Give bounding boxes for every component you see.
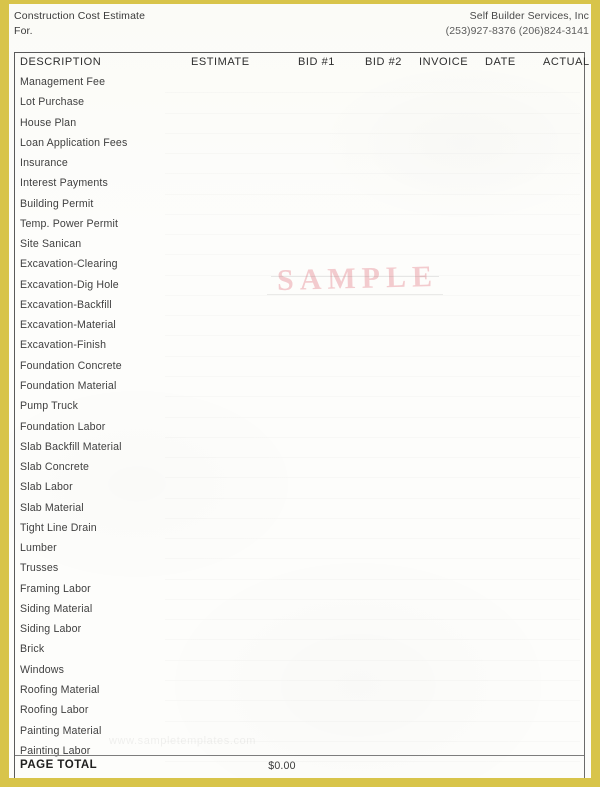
line-item-description: Foundation Concrete [20, 359, 122, 372]
line-item-description: Management Fee [20, 76, 106, 88]
table-body: Management Fee Lot Purchase House Plan Loan… [15, 73, 584, 762]
table-row[interactable]: Siding Material [15, 600, 584, 620]
line-item-description: Building Permit [20, 197, 94, 210]
line-item-description: Painting Material [20, 724, 102, 737]
line-item-description: Insurance [20, 157, 68, 170]
line-item-description: Framing Labor [20, 582, 91, 595]
table-row[interactable]: Excavation-Finish [15, 336, 584, 356]
table-row[interactable]: Siding Labor [15, 620, 584, 640]
table-row[interactable]: Management Fee [15, 73, 584, 93]
table-row[interactable]: Trusses [15, 559, 584, 579]
line-item-description: Loan Application Fees [20, 136, 128, 149]
line-item-description: Lumber [20, 542, 57, 555]
table-row[interactable]: Building Permit [15, 195, 584, 215]
company-info-block: Self Builder Services, Inc (253)927-8376… [446, 9, 589, 38]
column-header-invoice: INVOICE [419, 56, 469, 68]
table-row[interactable]: Roofing Labor [15, 701, 584, 721]
line-item-description: Excavation-Clearing [20, 258, 118, 271]
line-item-description: Interest Payments [20, 177, 108, 190]
column-header-estimate: ESTIMATE [191, 56, 250, 68]
table-row[interactable]: Roofing Material [15, 681, 584, 701]
table-row[interactable]: Slab Backfill Material [15, 438, 584, 458]
cost-estimate-table: DESCRIPTION ESTIMATE BID #1 BID #2 INVOICE DA… [14, 52, 589, 778]
table-row[interactable]: Loan Application Fees [15, 134, 584, 154]
line-item-description: Foundation Material [20, 379, 117, 392]
line-item-description: Slab Labor [20, 481, 73, 494]
line-item-description: Excavation-Dig Hole [20, 278, 119, 291]
company-name: Self Builder Services, Inc [469, 10, 589, 22]
column-header-bid-2: BID #2 [365, 56, 402, 68]
table-row[interactable]: Tight Line Drain [15, 519, 584, 539]
line-item-description: Windows [20, 663, 65, 676]
line-item-description: Brick [20, 643, 45, 656]
page-content: Construction Cost Estimate For. Self Bui… [9, 4, 591, 778]
page-total-value: $0.00 [268, 760, 296, 772]
table-row[interactable]: Excavation-Clearing [15, 255, 584, 275]
table-row[interactable]: Lot Purchase [15, 93, 584, 113]
line-item-description: Roofing Labor [20, 704, 89, 717]
line-item-description: Pump Truck [20, 400, 79, 413]
line-item-description: Siding Material [20, 602, 93, 615]
table-row[interactable]: Insurance [15, 154, 584, 174]
line-item-description: Trusses [20, 562, 59, 575]
table-row[interactable]: Painting Material [15, 722, 584, 742]
table-row[interactable]: Foundation Material [15, 377, 584, 397]
table-row[interactable]: Temp. Power Permit [15, 215, 584, 235]
table-row[interactable]: Slab Concrete [15, 458, 584, 478]
table-row[interactable]: Foundation Concrete [15, 357, 584, 377]
table-row[interactable]: Excavation-Material [15, 316, 584, 336]
line-item-description: Lot Purchase [20, 96, 85, 109]
for-label: For. [14, 24, 33, 37]
line-item-description: Slab Backfill Material [20, 440, 122, 453]
document-header: Construction Cost Estimate For. Self Bui… [9, 4, 591, 50]
table-row[interactable]: Pump Truck [15, 397, 584, 417]
page-total-row: PAGE TOTAL $0.00 [15, 755, 584, 776]
table-row[interactable]: Brick [15, 640, 584, 660]
table-header-row: DESCRIPTION ESTIMATE BID #1 BID #2 INVOICE DA… [15, 53, 589, 73]
line-item-description: Slab Material [20, 501, 84, 514]
line-item-description: Excavation-Backfill [20, 298, 112, 311]
table-row[interactable]: Slab Material [15, 499, 584, 519]
table-row[interactable]: Windows [15, 661, 584, 681]
line-item-description: Roofing Material [20, 683, 100, 696]
line-item-description: Excavation-Material [20, 319, 116, 332]
line-item-description: Excavation-Finish [20, 339, 107, 352]
line-item-description: Foundation Labor [20, 420, 106, 433]
line-item-description: Site Sanican [20, 238, 82, 251]
table-row[interactable]: Excavation-Dig Hole [15, 276, 584, 296]
line-item-description: House Plan [20, 116, 77, 129]
page-title: Construction Cost Estimate [14, 10, 146, 22]
table-row[interactable]: Site Sanican [15, 235, 584, 255]
line-item-description: Siding Labor [20, 623, 82, 636]
line-item-description: Tight Line Drain [20, 521, 97, 534]
table-row[interactable]: Interest Payments [15, 174, 584, 194]
table-row[interactable]: House Plan [15, 114, 584, 134]
company-phone-numbers: (253)927-8376 (206)824-3141 [445, 24, 589, 37]
table-row[interactable]: Slab Labor [15, 478, 584, 498]
table-row[interactable]: Foundation Labor [15, 418, 584, 438]
column-header-actual: ACTUAL [543, 56, 590, 68]
column-header-bid-1: BID #1 [298, 56, 335, 68]
table-row[interactable]: Excavation-Backfill [15, 296, 584, 316]
page-total-label: PAGE TOTAL [20, 759, 98, 771]
column-header-description: DESCRIPTION [20, 56, 102, 68]
line-item-description: Slab Concrete [20, 461, 90, 474]
column-header-date: DATE [485, 56, 516, 68]
table-row[interactable]: Lumber [15, 539, 584, 559]
document-title-block: Construction Cost Estimate For. [14, 9, 145, 38]
scanned-page: Construction Cost Estimate For. Self Bui… [0, 0, 600, 787]
line-item-description: Temp. Power Permit [20, 217, 119, 230]
table-row[interactable]: Framing Labor [15, 580, 584, 600]
